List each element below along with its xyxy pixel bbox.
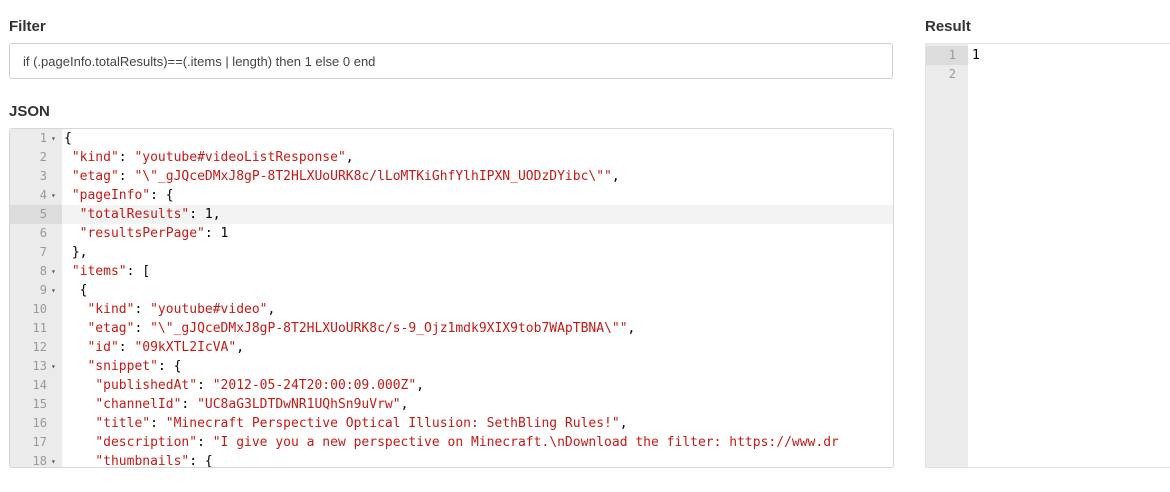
result-line: 11 (926, 46, 1170, 65)
result-text: 1 (972, 48, 980, 63)
code-text: "etag": "\"_gJQceDMxJ8gP-8T2HLXUoURK8c/s… (87, 321, 636, 336)
line-number: 1 (926, 46, 968, 65)
code-text: "channelId": "UC8aG3LDTDwNR1UQhSn9uVrw", (95, 397, 409, 412)
line-number: 17 (32, 435, 47, 449)
code-text: "pageInfo": { (71, 188, 174, 203)
json-line[interactable]: 5 "totalResults": 1, (10, 205, 893, 224)
code-text: "etag": "\"_gJQceDMxJ8gP-8T2HLXUoURK8c/l… (71, 169, 620, 184)
result-line: 2 (926, 65, 1170, 84)
json-line[interactable]: 4 ▾ "pageInfo": { (10, 186, 893, 205)
json-line[interactable]: 6 "resultsPerPage": 1 (10, 224, 893, 243)
json-line[interactable]: 2 "kind": "youtube#videoListResponse", (10, 148, 893, 167)
json-line[interactable]: 14 "publishedAt": "2012-05-24T20:00:09.0… (10, 376, 893, 395)
fold-arrow-icon[interactable]: ▾ (51, 262, 56, 281)
line-number: 5 (10, 205, 62, 224)
code-text: "totalResults": 1, (79, 207, 221, 222)
result-panel[interactable]: 11 2 (925, 43, 1170, 468)
code-text: "items": [ (71, 264, 151, 279)
json-line[interactable]: 16 "title": "Minecraft Perspective Optic… (10, 414, 893, 433)
json-editor[interactable]: 1 ▾{2 "kind": "youtube#videoListResponse"… (9, 128, 894, 468)
json-line[interactable]: 8 ▾ "items": [ (10, 262, 893, 281)
json-line[interactable]: 11 "etag": "\"_gJQceDMxJ8gP-8T2HLXUoURK8… (10, 319, 893, 338)
code-text: "thumbnails": { (95, 454, 213, 468)
result-title: Result (925, 18, 971, 35)
code-text: }, (64, 245, 88, 260)
code-text: "kind": "youtube#videoListResponse", (71, 150, 354, 165)
line-number: 3 (39, 169, 47, 183)
json-line[interactable]: 15 "channelId": "UC8aG3LDTDwNR1UQhSn9uVr… (10, 395, 893, 414)
json-line[interactable]: 17 "description": "I give you a new pers… (10, 433, 893, 452)
code-text: { (64, 131, 72, 146)
result-gutter (926, 44, 968, 467)
line-number: 15 (32, 397, 47, 411)
line-number: 16 (32, 416, 47, 430)
fold-arrow-icon[interactable]: ▾ (51, 281, 56, 300)
json-line[interactable]: 9 ▾ { (10, 281, 893, 300)
fold-arrow-icon[interactable]: ▾ (51, 452, 56, 467)
filter-title: Filter (9, 18, 46, 35)
json-code-area[interactable]: 1 ▾{2 "kind": "youtube#videoListResponse"… (10, 129, 893, 467)
code-text: { (64, 283, 88, 298)
fold-arrow-icon[interactable]: ▾ (51, 129, 56, 148)
code-text: "id": "09kXTL2IcVA", (87, 340, 245, 355)
json-line[interactable]: 3 "etag": "\"_gJQceDMxJ8gP-8T2HLXUoURK8c… (10, 167, 893, 186)
json-lines: 1 ▾{2 "kind": "youtube#videoListResponse"… (10, 129, 893, 468)
code-text: "snippet": { (87, 359, 182, 374)
line-number: 14 (32, 378, 47, 392)
json-line[interactable]: 12 "id": "09kXTL2IcVA", (10, 338, 893, 357)
json-title: JSON (9, 103, 50, 120)
line-number: 10 (32, 302, 47, 316)
jq-playground: Filter JSON 1 ▾ {2 "kind": "youtube#videoL… (0, 0, 1170, 492)
filter-field[interactable] (9, 43, 893, 79)
code-text: "resultsPerPage": 1 (79, 226, 229, 241)
line-number: 7 (39, 245, 47, 259)
filter-input[interactable] (23, 53, 879, 69)
line-number: 2 (39, 150, 47, 164)
code-text: "publishedAt": "2012-05-24T20:00:09.000Z… (95, 378, 425, 393)
json-line[interactable]: 13 ▾ "snippet": { (10, 357, 893, 376)
line-number: 2 (948, 67, 956, 81)
line-number: 12 (32, 340, 47, 354)
fold-arrow-icon[interactable]: ▾ (51, 357, 56, 376)
line-number: 11 (32, 321, 47, 335)
json-line[interactable]: 10 "kind": "youtube#video", (10, 300, 893, 319)
json-line[interactable]: 7 }, (10, 243, 893, 262)
line-number: 6 (39, 226, 47, 240)
result-lines: 11 2 (926, 46, 1170, 84)
code-text: "description": "I give you a new perspec… (95, 435, 839, 450)
json-line[interactable]: 18 ▾ "thumbnails": { (10, 452, 893, 468)
fold-arrow-icon[interactable]: ▾ (51, 186, 56, 205)
code-text: "kind": "youtube#video", (87, 302, 276, 317)
json-line[interactable]: 1 ▾{ (10, 129, 893, 148)
code-text: "title": "Minecraft Perspective Optical … (95, 416, 628, 431)
